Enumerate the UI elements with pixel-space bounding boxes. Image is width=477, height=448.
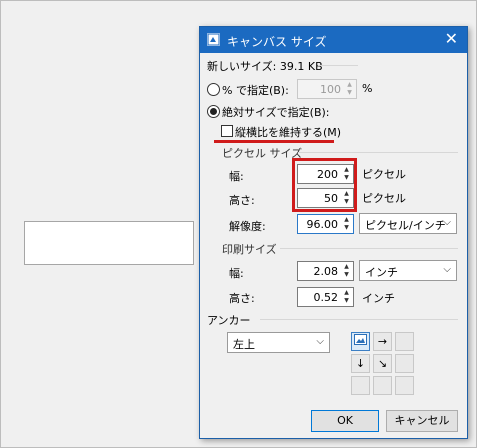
percent-value: 100 xyxy=(320,83,341,96)
app-icon xyxy=(207,33,220,46)
percent-radio-label: % で指定(B): xyxy=(222,84,289,97)
anchor-top-button[interactable]: → xyxy=(373,332,392,351)
spin-down-icon[interactable]: ▼ xyxy=(341,297,352,305)
anchor-top-left-button[interactable] xyxy=(351,332,370,351)
spin-down-icon[interactable]: ▼ xyxy=(341,224,352,232)
print-height-value: 0.52 xyxy=(313,291,339,304)
chevron-down-icon: ⌵ xyxy=(443,264,451,275)
canvas-preview xyxy=(24,221,194,265)
chevron-down-icon: ⌵ xyxy=(316,336,324,347)
anchor-bottom-button[interactable] xyxy=(373,376,392,395)
spin-down-icon[interactable]: ▼ xyxy=(344,89,355,97)
anchor-header: アンカー xyxy=(207,314,251,327)
highlight-box xyxy=(292,158,357,212)
print-height-unit: インチ xyxy=(362,292,395,305)
height-label: 高さ: xyxy=(229,194,255,207)
highlight-underline xyxy=(214,140,334,143)
absolute-radio-label: 絶対サイズで指定(B): xyxy=(222,106,330,119)
arrow-down-right-icon: ↘ xyxy=(377,357,388,370)
resolution-value: 96.00 xyxy=(306,218,339,231)
anchor-top-right-button[interactable] xyxy=(395,332,414,351)
new-size-label: 新しいサイズ: 39.1 KB xyxy=(207,60,323,73)
anchor-bottom-left-button[interactable] xyxy=(351,376,370,395)
print-height-stepper[interactable]: 0.52 ▲ ▼ xyxy=(297,287,354,307)
titlebar[interactable]: キャンバス サイズ ✕ xyxy=(200,27,467,53)
resolution-stepper[interactable]: 96.00 ▲ ▼ xyxy=(297,214,354,234)
keep-ratio-checkbox[interactable] xyxy=(221,125,233,137)
resolution-label: 解像度: xyxy=(229,220,266,233)
percent-radio[interactable] xyxy=(207,83,220,96)
anchor-right-button[interactable] xyxy=(395,354,414,373)
print-width-label: 幅: xyxy=(229,267,244,280)
anchor-center-button[interactable]: ↘ xyxy=(373,354,392,373)
spin-down-icon[interactable]: ▼ xyxy=(341,271,352,279)
arrow-down-icon: ↓ xyxy=(355,357,366,370)
ok-button[interactable]: OK xyxy=(311,410,379,432)
print-height-label: 高さ: xyxy=(229,292,255,305)
width-unit: ピクセル xyxy=(362,168,406,181)
close-icon[interactable]: ✕ xyxy=(445,30,458,48)
print-unit-value: インチ xyxy=(365,266,398,279)
anchor-bottom-right-button[interactable] xyxy=(395,376,414,395)
cancel-button[interactable]: キャンセル xyxy=(386,410,458,432)
keep-ratio-label: 縦横比を維持する(M) xyxy=(235,126,342,139)
divider xyxy=(280,248,458,249)
divider xyxy=(318,65,358,66)
percent-stepper[interactable]: 100 ▲ ▼ xyxy=(297,79,357,99)
height-unit: ピクセル xyxy=(362,192,406,205)
spin-up-icon[interactable]: ▲ xyxy=(341,216,352,224)
anchor-left-button[interactable]: ↓ xyxy=(351,354,370,373)
resolution-unit-value: ピクセル/インチ xyxy=(365,219,446,232)
pixel-size-header: ピクセル サイズ xyxy=(222,147,303,160)
print-size-header: 印刷サイズ xyxy=(222,243,277,256)
arrow-right-icon: → xyxy=(377,335,388,348)
print-width-value: 2.08 xyxy=(313,265,339,278)
print-width-stepper[interactable]: 2.08 ▲ ▼ xyxy=(297,261,354,281)
anchor-select-value: 左上 xyxy=(233,338,255,351)
spin-up-icon[interactable]: ▲ xyxy=(341,263,352,271)
spin-up-icon[interactable]: ▲ xyxy=(344,81,355,89)
chevron-down-icon: ⌵ xyxy=(443,217,451,228)
absolute-radio[interactable] xyxy=(207,105,220,118)
percent-unit: % xyxy=(362,82,373,95)
divider xyxy=(298,152,458,153)
resolution-unit-select[interactable]: ピクセル/インチ ⌵ xyxy=(359,213,457,234)
anchor-select[interactable]: 左上 ⌵ xyxy=(227,332,330,353)
divider xyxy=(260,319,458,320)
print-unit-select[interactable]: インチ ⌵ xyxy=(359,260,457,281)
spin-up-icon[interactable]: ▲ xyxy=(341,289,352,297)
picture-icon xyxy=(354,334,367,345)
width-label: 幅: xyxy=(229,170,244,183)
dialog-title: キャンバス サイズ xyxy=(227,35,327,49)
